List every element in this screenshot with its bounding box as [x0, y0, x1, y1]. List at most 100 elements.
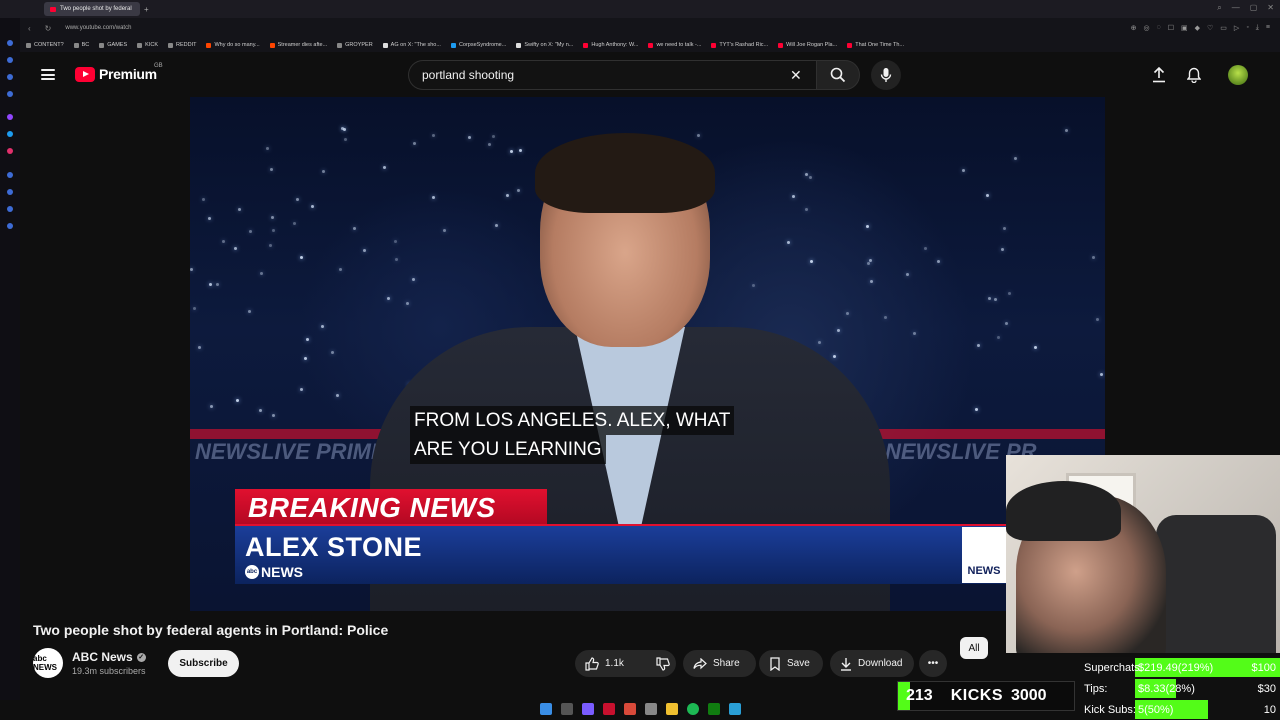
extension-icon[interactable]: ▣ [1181, 24, 1188, 32]
bookmark-item[interactable]: Swifty on X: "My n... [516, 42, 573, 48]
hamburger-menu-icon[interactable] [41, 69, 55, 80]
url-field[interactable]: www.youtube.com/watch [65, 25, 131, 31]
sidebar-icon[interactable] [7, 74, 13, 80]
search-taskbar-icon[interactable] [561, 703, 573, 715]
bookmark-item[interactable]: CONTENT? [26, 42, 64, 48]
new-tab-icon[interactable]: + [144, 5, 149, 14]
search-input[interactable]: portland shooting [408, 60, 840, 90]
city-light [235, 399, 239, 403]
search-button[interactable] [816, 60, 860, 90]
start-menu-icon[interactable] [540, 703, 552, 715]
bookmark-label: Why do so many... [214, 42, 260, 48]
bookmark-icon[interactable]: ☐ [1168, 24, 1174, 32]
sidebar-icon[interactable] [7, 206, 13, 212]
back-icon[interactable]: ‹ [28, 24, 31, 33]
bookmark-item[interactable]: we need to talk -... [648, 42, 701, 48]
abc-logo-icon: abc [245, 565, 259, 579]
video-player[interactable]: NEWSLIVE PRIME NEWSLIVE PR FROM LOS ANGE… [190, 97, 1105, 611]
channel-avatar[interactable]: abc NEWS [33, 648, 63, 678]
like-button[interactable]: 1.1k [575, 650, 634, 677]
youtube-header: Premium GB portland shooting ✕ [20, 52, 1280, 98]
city-light [247, 309, 251, 313]
telegram-icon[interactable] [729, 703, 741, 715]
minimize-icon[interactable]: — [1232, 3, 1240, 13]
account-avatar[interactable] [1228, 65, 1248, 85]
city-light [304, 357, 308, 361]
sidebar-icon[interactable] [7, 57, 13, 63]
voice-search-button[interactable] [871, 60, 901, 90]
city-light [495, 224, 499, 228]
city-light [1004, 321, 1008, 325]
clear-search-icon[interactable]: ✕ [790, 67, 802, 84]
heart-icon[interactable]: ♡ [1207, 24, 1213, 32]
bookmark-item[interactable]: Why do so many... [206, 42, 260, 48]
save-button[interactable]: Save [759, 650, 823, 677]
goal-value: 5(50%) [1138, 703, 1174, 716]
channel-name: ABC News [72, 650, 133, 664]
window-controls: ⌕ — ▢ ✕ [1217, 3, 1274, 13]
bookmark-item[interactable]: KICK [137, 42, 158, 48]
bookmark-item[interactable]: CorpseSyndrome... [450, 42, 506, 48]
city-light [884, 316, 888, 320]
subscribe-button[interactable]: Subscribe [168, 650, 239, 677]
instagram-icon[interactable] [7, 148, 13, 154]
maximize-icon[interactable]: ▢ [1250, 3, 1258, 13]
sidebar-icon[interactable] [7, 189, 13, 195]
download-icon[interactable]: ⤓ [1256, 24, 1259, 32]
messenger-icon[interactable] [7, 131, 13, 137]
more-actions-button[interactable]: ••• [919, 650, 947, 677]
close-window-icon[interactable]: ✕ [1267, 3, 1274, 13]
wallet-icon[interactable]: ▭ [1220, 24, 1227, 32]
play-icon[interactable]: ▷ [1234, 24, 1239, 32]
logo-text: Premium [99, 66, 157, 82]
bookmark-item[interactable]: Hugh Anthony: W... [583, 42, 638, 48]
streamer-webcam [1006, 455, 1280, 653]
channel-name-link[interactable]: ABC News ✓ [72, 650, 146, 664]
city-light [791, 194, 795, 198]
bookmark-item[interactable]: Streamer dies afte... [269, 42, 327, 48]
bookmark-item[interactable]: GROYPER [337, 42, 373, 48]
chip-all[interactable]: All [960, 637, 988, 659]
pin-icon[interactable]: ◦ [1246, 24, 1248, 32]
youtube-favicon-icon [50, 6, 56, 12]
bookmark-item[interactable]: GAMES [99, 42, 127, 48]
bookmark-item[interactable]: TYT's Rashad Ric... [711, 42, 768, 48]
app-taskbar-icon[interactable] [645, 703, 657, 715]
notifications-button[interactable] [1184, 65, 1204, 85]
bookmark-favicon-icon [168, 42, 173, 48]
create-upload-button[interactable] [1149, 65, 1169, 85]
download-button[interactable]: Download [830, 650, 914, 677]
share-button[interactable]: Share [683, 650, 756, 677]
extensions-area: ⊕ ◎ ◌ ☐ ▣ ◆ ♡ ▭ ▷ ◦ ⤓ ≡ [1131, 24, 1270, 32]
camera-icon[interactable]: ◎ [1143, 24, 1149, 32]
bookmark-item[interactable]: REDDIT [168, 42, 196, 48]
translate-icon[interactable]: ◌ [1157, 24, 1161, 32]
city-light [353, 226, 357, 230]
bell-icon [1187, 67, 1201, 83]
youtube-premium-logo[interactable]: Premium GB [75, 63, 163, 82]
spotify-icon[interactable] [687, 703, 699, 715]
app-taskbar-icon[interactable] [603, 703, 615, 715]
app-taskbar-icon[interactable] [624, 703, 636, 715]
dislike-button[interactable] [646, 650, 680, 677]
bookmark-item[interactable]: Will Joe Rogan Pla... [778, 42, 837, 48]
browser-taskbar-icon[interactable] [582, 703, 594, 715]
city-light [924, 246, 928, 250]
zoom-icon[interactable]: ⊕ [1131, 24, 1137, 32]
thumbs-down-icon [656, 656, 670, 671]
bookmark-item[interactable]: AG on X: "The sho... [382, 42, 441, 48]
sidebar-icon[interactable] [7, 172, 13, 178]
bookmark-item[interactable]: That One Time Th... [847, 42, 904, 48]
sidebar-icon[interactable] [7, 40, 13, 46]
file-explorer-icon[interactable] [666, 703, 678, 715]
browser-tab[interactable]: Two people shot by federal [44, 2, 140, 16]
sidebar-icon[interactable] [7, 91, 13, 97]
settings-icon[interactable] [7, 223, 13, 229]
shield-icon[interactable]: ◆ [1195, 24, 1200, 32]
menu-icon[interactable]: ≡ [1266, 24, 1270, 32]
reload-icon[interactable]: ↻ [45, 24, 52, 33]
xbox-icon[interactable] [708, 703, 720, 715]
twitch-icon[interactable] [7, 114, 13, 120]
search-tabs-icon[interactable]: ⌕ [1217, 3, 1221, 13]
bookmark-item[interactable]: BC [73, 42, 89, 48]
